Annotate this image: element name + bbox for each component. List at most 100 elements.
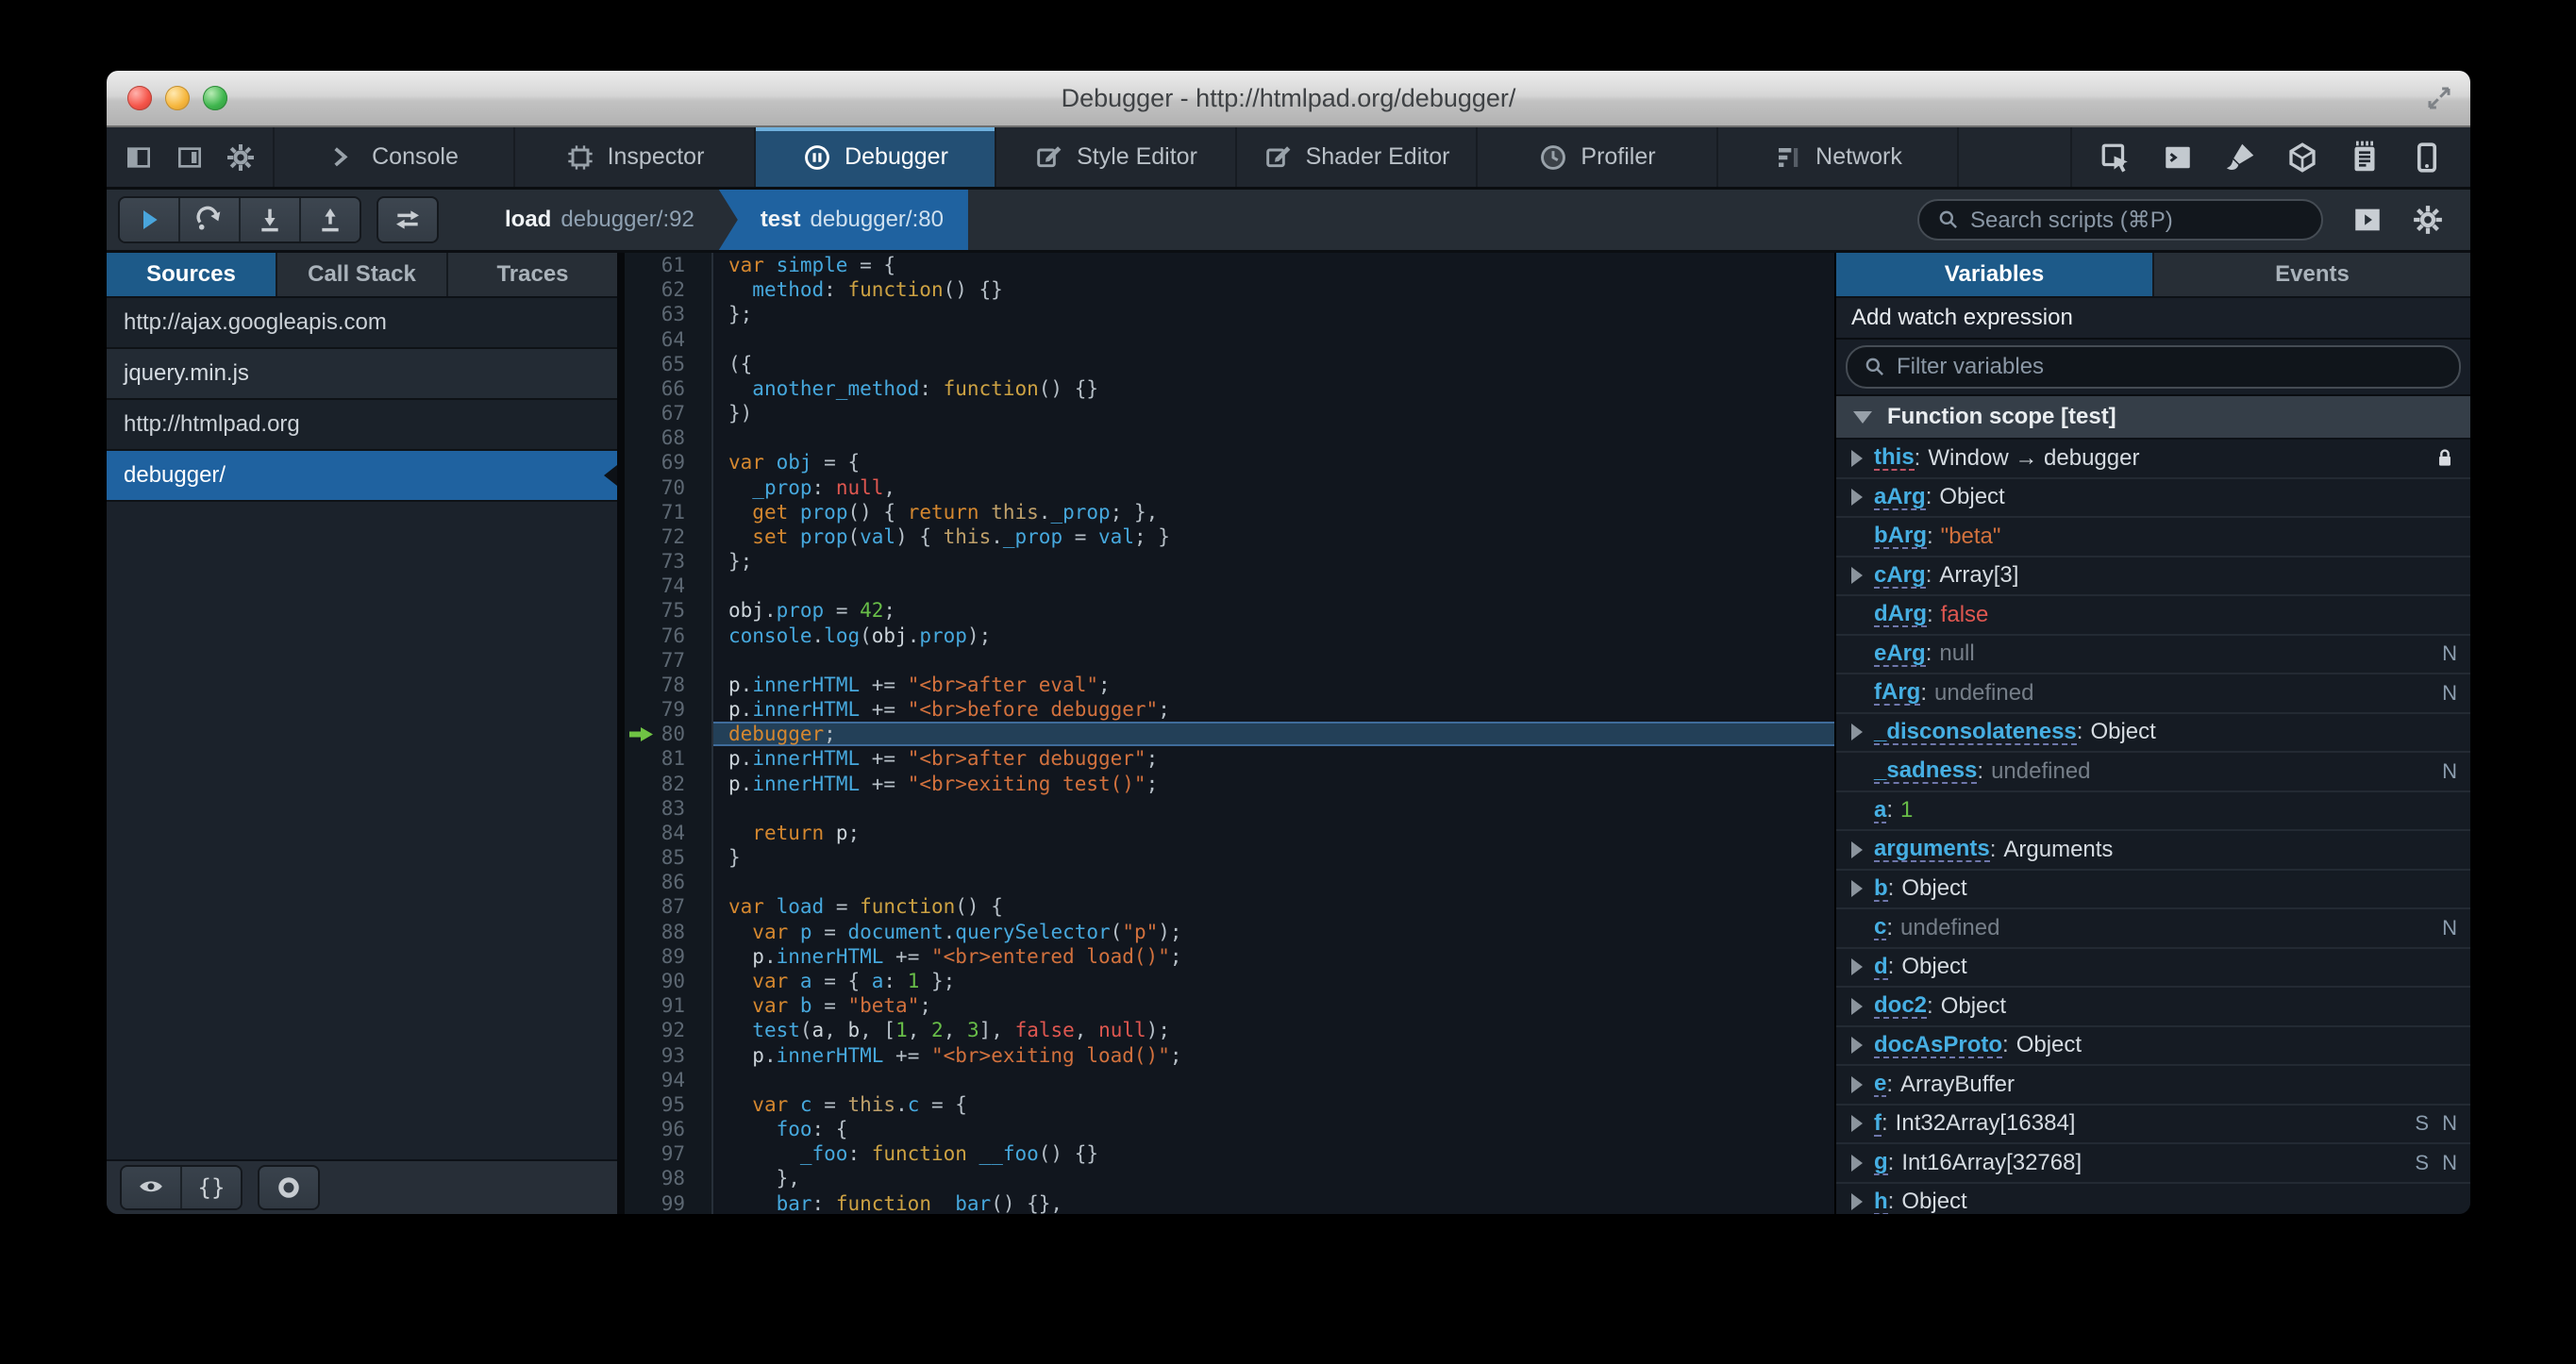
paintbrush-icon[interactable] [2223,141,2257,175]
variable-name[interactable]: c [1874,915,1887,941]
toggle-left-pane-icon[interactable] [124,142,154,173]
code-line-72[interactable]: 72 set prop(val) { this._prop = val; } [625,524,1834,550]
line-gutter[interactable]: 72 [625,524,713,550]
scope-header[interactable]: Function scope [test] [1836,396,2470,440]
variable-value[interactable]: undefined [1991,758,2090,785]
variable-name[interactable]: e [1874,1072,1887,1098]
fullscreen-icon[interactable] [2425,84,2453,112]
line-gutter[interactable]: 62 [625,277,713,303]
line-number[interactable]: 63 [625,302,685,326]
variable-row-docAsProto[interactable]: docAsProto: Object [1836,1027,2470,1066]
expand-arrow-icon[interactable] [1851,840,1863,858]
line-gutter[interactable]: 96 [625,1117,713,1142]
line-number[interactable]: 85 [625,845,685,870]
source-item-debugger-[interactable]: debugger/ [107,451,617,502]
line-number[interactable]: 89 [625,944,685,969]
line-number[interactable]: 87 [625,894,685,919]
code-line-81[interactable]: 81 p.innerHTML += "<br>after debugger"; [625,746,1834,772]
tab-sources[interactable]: Sources [107,253,277,296]
variable-row-arguments[interactable]: arguments: Arguments [1836,831,2470,871]
line-gutter[interactable]: 86 [625,870,713,895]
code-line-95[interactable]: 95 var c = this.c = { [625,1091,1834,1118]
tab-events[interactable]: Events [2154,253,2470,296]
variable-value[interactable]: Arguments [2003,837,2113,863]
line-gutter[interactable]: 88 [625,919,713,944]
variable-name[interactable]: doc2 [1874,993,1928,1020]
step-out-button[interactable] [301,198,360,241]
code-line-68[interactable]: 68 [625,425,1834,451]
expand-arrow-icon[interactable] [1851,997,1863,1015]
code-line-80[interactable]: 80 debugger; [625,722,1834,747]
code-line-63[interactable]: 63}; [625,302,1834,327]
variable-name[interactable]: _disconsolateness [1874,719,2077,745]
code-line-75[interactable]: 75 obj.prop = 42; [625,598,1834,624]
variable-row-a[interactable]: a: 1 [1836,792,2470,831]
code-line-78[interactable]: 78 p.innerHTML += "<br>after eval"; [625,672,1834,698]
line-gutter[interactable]: 89 [625,943,713,969]
code-line-98[interactable]: 98 }, [625,1166,1834,1191]
line-gutter[interactable]: 70 [625,474,713,500]
variable-name[interactable]: h [1874,1189,1888,1214]
line-gutter[interactable]: 82 [625,771,713,796]
variable-name[interactable]: docAsProto [1874,1032,2003,1058]
pick-element-icon[interactable] [2099,141,2133,175]
expand-arrow-icon[interactable] [1851,1037,1863,1055]
line-gutter[interactable]: 65 [625,351,713,376]
code-line-94[interactable]: 94 [625,1067,1834,1092]
line-number[interactable]: 96 [625,1117,685,1141]
filter-variables-input[interactable]: Filter variables [1846,345,2461,389]
code-line-79[interactable]: 79 p.innerHTML += "<br>before debugger"; [625,697,1834,723]
variable-name[interactable]: g [1874,1150,1888,1176]
variable-value[interactable]: 1 [1900,797,1913,823]
variable-row-bArg[interactable]: bArg: "beta" [1836,518,2470,557]
code-line-66[interactable]: 66 another_method: function() {} [625,375,1834,402]
tab-console[interactable]: Console [275,127,515,187]
line-gutter[interactable]: 73 [625,549,713,574]
variable-row-_disconsolateness[interactable]: _disconsolateness: Object [1836,714,2470,753]
line-number[interactable]: 88 [625,920,685,944]
line-gutter[interactable]: 83 [625,795,713,821]
title-bar[interactable]: Debugger - http://htmlpad.org/debugger/ [107,71,2470,127]
tab-debugger[interactable]: Debugger [756,127,996,187]
tab-style-editor[interactable]: Style Editor [996,127,1237,187]
code-line-73[interactable]: 73}; [625,549,1834,574]
variable-row-eArg[interactable]: eArg: null N [1836,636,2470,674]
code-line-76[interactable]: 76 console.log(obj.prop); [625,623,1834,648]
variable-value[interactable]: Window → debugger [1928,445,2139,472]
code-line-83[interactable]: 83 [625,795,1834,821]
pretty-print-button[interactable]: {} [182,1167,241,1208]
line-number[interactable]: 94 [625,1068,685,1092]
pause-on-exceptions-button[interactable] [258,1165,320,1210]
variable-value[interactable]: ArrayBuffer [1900,1072,2015,1098]
code-line-88[interactable]: 88 var p = document.querySelector("p"); [625,919,1834,944]
expand-arrow-icon[interactable] [1851,880,1863,898]
line-gutter[interactable]: 80 [625,722,713,747]
variable-row-aArg[interactable]: aArg: Object [1836,479,2470,518]
line-number[interactable]: 76 [625,624,685,648]
variable-name[interactable]: _sadness [1874,758,1978,785]
line-number[interactable]: 64 [625,327,685,352]
expand-arrow-icon[interactable] [1851,449,1863,467]
breadcrumb-test[interactable]: test debugger/:80 [718,190,968,250]
variable-name[interactable]: d [1874,954,1888,980]
black-box-button[interactable] [376,196,439,243]
line-number[interactable]: 70 [625,475,685,500]
variable-row-fArg[interactable]: fArg: undefined N [1836,674,2470,714]
line-number[interactable]: 77 [625,648,685,673]
line-number[interactable]: 83 [625,796,685,821]
line-number[interactable]: 86 [625,870,685,894]
line-gutter[interactable]: 99 [625,1190,713,1214]
line-gutter[interactable]: 79 [625,697,713,723]
expand-arrow-icon[interactable] [1851,958,1863,976]
tab-inspector[interactable]: Inspector [515,127,756,187]
variable-value[interactable]: Object [1901,875,1966,902]
line-gutter[interactable]: 76 [625,623,713,648]
line-gutter[interactable]: 92 [625,1018,713,1043]
line-gutter[interactable]: 64 [625,326,713,352]
line-gutter[interactable]: 61 [625,253,713,278]
line-number[interactable]: 98 [625,1166,685,1190]
variable-value[interactable]: null [1939,640,1974,667]
variable-name[interactable]: f [1874,1110,1882,1137]
line-number[interactable]: 81 [625,746,685,771]
line-gutter[interactable]: 87 [625,894,713,920]
